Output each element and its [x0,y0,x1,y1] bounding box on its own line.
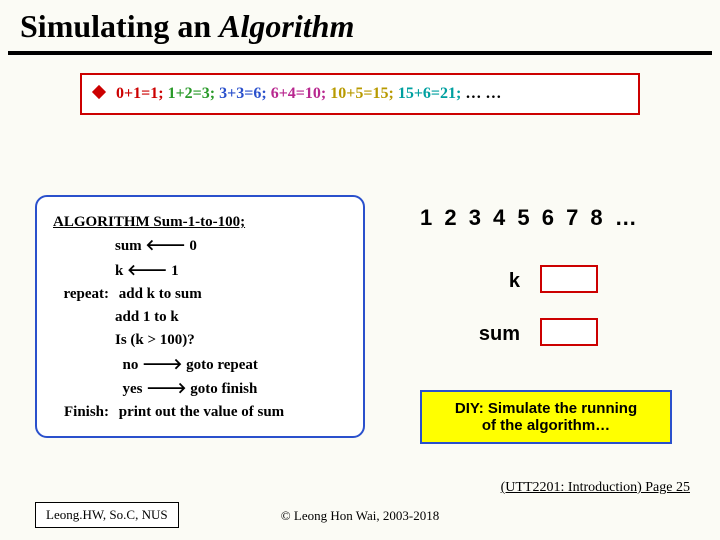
algo-line-1: sum 🡐 0 [53,234,347,258]
algo-line-6: no 🡒 goto repeat [53,353,347,377]
footer-page-ref: (UTT2201: Introduction) Page 25 [501,480,690,496]
calculation-sequence-box: 0+1=1; 1+2=3; 3+3=6; 6+4=10; 10+5=15; 15… [80,73,640,115]
title-rule [8,51,712,55]
sum-variable: sum [460,318,598,346]
diy-callout: DIY: Simulate the running of the algorit… [420,390,672,444]
diy-line-1: DIY: Simulate the running [428,400,664,417]
footer-author: Leong.HW, So.C, NUS [35,502,179,528]
algo-line-4: add 1 to k [53,306,347,329]
k-value-box [540,265,598,293]
sum-value-box [540,318,598,346]
k-label: k [460,270,520,293]
bullet-diamond-icon [92,85,106,99]
eq-3: 3+3=6; [219,85,267,102]
algo-line-2: k 🡐 1 [53,259,347,283]
number-line: 1 2 3 4 5 6 7 8 … [420,205,640,231]
algorithm-header: ALGORITHM Sum-1-to-100; [53,211,347,234]
diy-line-2: of the algorithm… [428,417,664,434]
k-variable: k [460,265,598,293]
left-arrow-icon: 🡐 [127,262,167,279]
eq-tail: … … [465,85,501,102]
title-emph: Algorithm [219,8,354,44]
algo-line-5: Is (k > 100)? [53,329,347,352]
algo-line-7: yes 🡒 goto finish [53,377,347,401]
eq-5: 10+5=15; [330,85,394,102]
sum-label: sum [460,323,520,346]
left-arrow-icon: 🡐 [145,237,185,254]
page-title: Simulating an Algorithm [0,0,720,51]
algo-line-3: repeat: add k to sum [53,283,347,306]
eq-6: 15+6=21; [398,85,462,102]
algorithm-box: ALGORITHM Sum-1-to-100; sum 🡐 0 k 🡐 1 re… [35,195,365,438]
algo-line-8: Finish: print out the value of sum [53,401,347,424]
eq-4: 6+4=10; [271,85,327,102]
right-arrow-icon: 🡒 [142,356,182,373]
eq-1: 0+1=1; [116,85,164,102]
footer-copyright: © Leong Hon Wai, 2003-2018 [281,508,439,524]
title-prefix: Simulating an [20,8,219,44]
eq-2: 1+2=3; [168,85,216,102]
right-arrow-icon: 🡒 [146,380,186,397]
